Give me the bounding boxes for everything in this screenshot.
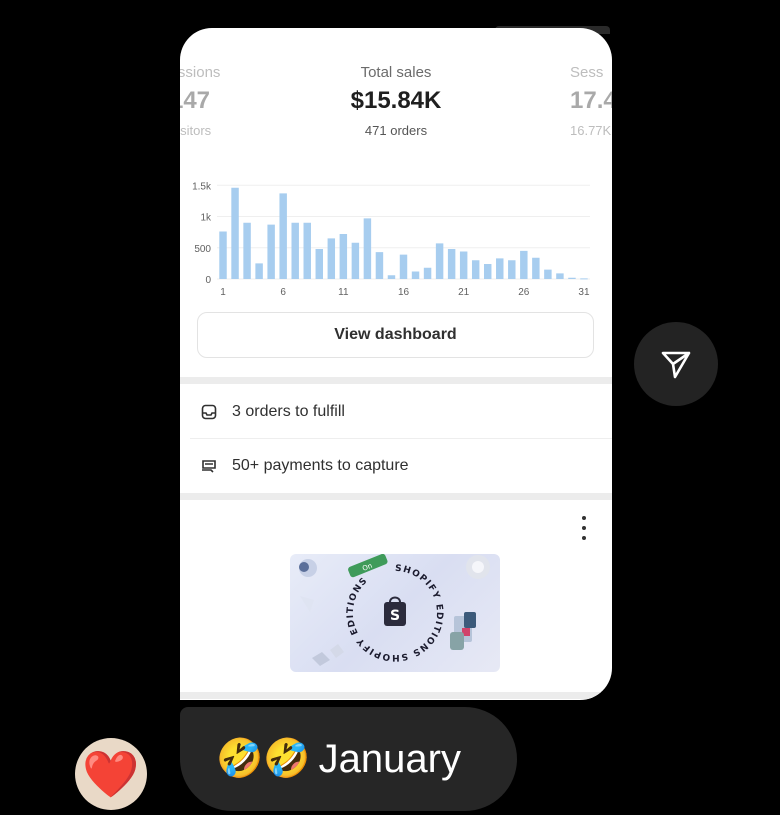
y-tick-label: 1.5k <box>192 181 212 192</box>
task-row-orders[interactable]: 3 orders to fulfill <box>180 386 612 438</box>
chart-bar <box>351 242 360 279</box>
metric-sessions-sub: Visitors <box>180 123 212 138</box>
view-dashboard-button[interactable]: View dashboard <box>197 312 594 358</box>
sales-bar-chart: 05001k1.5k1 6 11 16 21 26 31 <box>192 181 590 298</box>
total-sales-label: Total sales <box>360 64 432 81</box>
chart-bar <box>568 277 576 279</box>
y-tick-label: 500 <box>194 244 211 255</box>
message-text: January <box>318 736 461 781</box>
chart-bar <box>435 243 444 279</box>
x-tick-label: 21 <box>458 287 470 298</box>
chart-bar <box>471 260 480 279</box>
chart-bar <box>231 187 239 279</box>
chart-bar <box>532 257 540 279</box>
metric-sessions: Sessions 147 Visitors <box>180 64 230 138</box>
more-options-icon[interactable] <box>578 516 590 540</box>
x-tick-label: 11 <box>338 287 349 298</box>
task-label-orders: 3 orders to fulfill <box>232 403 345 420</box>
metric-sessions-right: Sess 17.4 16.77K <box>570 64 612 138</box>
task-label-payments: 50+ payments to capture <box>232 457 409 474</box>
chart-bar <box>508 260 516 279</box>
y-tick-label: 0 <box>205 275 211 286</box>
chart-bar <box>363 218 372 279</box>
x-tick-label: 16 <box>398 287 410 298</box>
reaction-avatar[interactable]: ❤️ <box>75 738 147 810</box>
y-tick-label: 1k <box>200 213 212 224</box>
section-separator <box>180 377 612 384</box>
chart-bar <box>243 222 251 279</box>
chart-bar <box>219 231 227 279</box>
x-tick-label: 26 <box>518 287 530 298</box>
send-icon <box>661 351 691 379</box>
payment-icon <box>200 457 218 475</box>
x-tick-label: 31 <box>578 287 590 298</box>
metric-right-sub: 16.77K <box>570 123 612 138</box>
chart-bar <box>447 249 456 279</box>
row-divider <box>190 438 612 439</box>
chart-bar <box>303 222 311 279</box>
chart-bar <box>255 263 263 279</box>
chart-bar <box>520 250 528 279</box>
x-tick-label: 6 <box>280 287 286 298</box>
metric-right-label: Sess <box>570 64 604 81</box>
shopify-bag-letter: S <box>390 608 400 624</box>
inbox-icon <box>200 403 218 421</box>
heart-icon: ❤️ <box>82 748 140 800</box>
chart-bar <box>544 269 552 279</box>
task-row-payments[interactable]: 50+ payments to capture <box>180 440 612 492</box>
chart-bar <box>291 222 299 279</box>
chart-bar <box>315 249 324 279</box>
total-sales-value: $15.84K <box>350 87 442 114</box>
share-send-button[interactable] <box>634 322 718 406</box>
chart-bar <box>387 275 396 279</box>
shared-screenshot-card[interactable]: Sessions 147 Visitors Total sales $15.84… <box>180 28 612 700</box>
chart-bar <box>327 238 336 279</box>
chart-bar <box>267 224 275 279</box>
chart-bar <box>483 264 492 279</box>
chart-bar <box>375 252 384 279</box>
chart-bar <box>459 251 468 279</box>
chart-bar <box>399 254 408 279</box>
metric-right-value: 17.4 <box>570 87 612 114</box>
chart-bar <box>496 258 504 279</box>
section-separator <box>180 493 612 500</box>
shopify-editions-promo-image[interactable]: On SHOPIFY EDITIONS SHOPIFY EDITIONS S <box>290 554 500 672</box>
metric-sessions-label: Sessions <box>180 64 221 81</box>
chart-bar <box>339 234 348 279</box>
message-bubble[interactable]: 🤣🤣 January <box>180 707 517 811</box>
metric-sessions-value: 147 <box>180 87 211 114</box>
chart-bar <box>411 271 420 279</box>
rofl-emoji-icon: 🤣🤣 <box>216 738 311 780</box>
metric-total-sales: Total sales $15.84K 471 orders <box>296 64 496 138</box>
chart-bar <box>556 273 564 279</box>
section-separator <box>180 692 612 699</box>
chart-bar <box>580 278 588 280</box>
x-tick-label: 1 <box>220 287 226 298</box>
chart-bar <box>423 267 432 279</box>
total-sales-orders: 471 orders <box>364 123 428 138</box>
chart-bar <box>279 193 287 279</box>
